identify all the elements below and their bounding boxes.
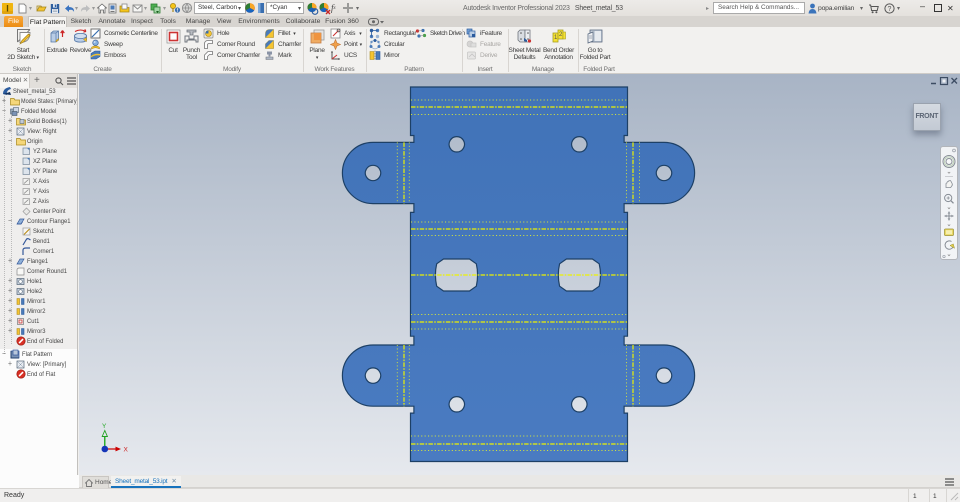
svg-text:Y: Y: [102, 423, 107, 430]
svg-text:?: ?: [888, 6, 892, 13]
svg-text:I: I: [6, 3, 9, 13]
svg-text:X: X: [124, 447, 129, 454]
